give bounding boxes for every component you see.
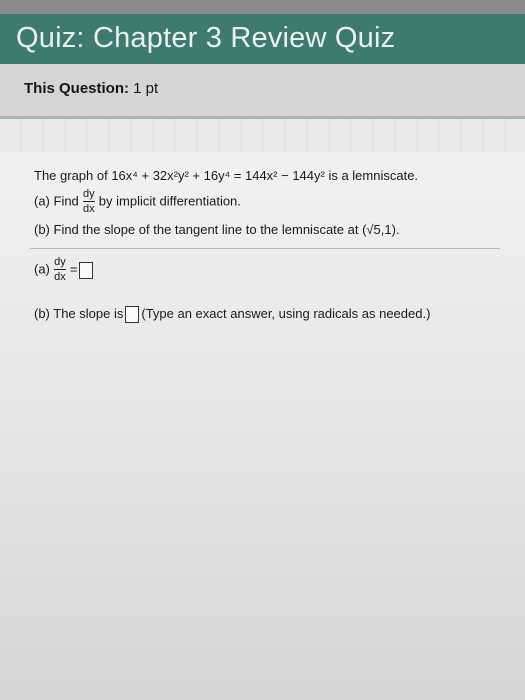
dx-denominator: dx <box>82 203 95 215</box>
answer-a-equals: = <box>69 261 78 277</box>
question-content: The graph of 16x⁴ + 32x²y² + 16y⁴ = 144x… <box>0 152 525 700</box>
quiz-page: Quiz: Chapter 3 Review Quiz This Questio… <box>0 0 525 700</box>
answer-a-label: (a) <box>34 261 50 277</box>
dy-numerator: dy <box>82 188 95 200</box>
answer-fraction-bar <box>53 269 66 270</box>
part-a-suffix: by implicit differentiation. <box>98 193 241 209</box>
answer-a-fraction: dy dx <box>53 256 67 284</box>
top-edge <box>0 0 525 14</box>
part-a-prefix: (a) Find <box>34 193 79 209</box>
question-label: This Question: <box>24 80 129 97</box>
answer-b-input[interactable] <box>125 306 140 324</box>
answer-b-prefix: (b) The slope is <box>34 306 124 321</box>
answer-a-dx: dx <box>54 271 66 283</box>
fraction-bar <box>82 201 95 202</box>
quiz-title: Quiz: Chapter 3 Review Quiz <box>16 22 396 54</box>
divider <box>30 248 500 249</box>
answer-b-hint: (Type an exact answer, using radicals as… <box>141 306 431 321</box>
part-b-instruction: (b) Find the slope of the tangent line t… <box>34 222 400 237</box>
dy-dx-fraction: dy dx <box>82 188 96 216</box>
separator-stripe <box>0 119 525 152</box>
answer-b-row: (b) The slope is (Type an exact answer, u… <box>34 306 431 324</box>
part-a-instruction: (a) Find dy dx by implicit differentiation. <box>34 188 241 216</box>
answer-a-dy: dy <box>54 256 66 268</box>
answer-a-input[interactable] <box>79 261 94 279</box>
question-points: This Question: 1 pt <box>24 80 158 97</box>
question-info-bar: This Question: 1 pt <box>0 64 525 119</box>
question-points-value: 1 pt <box>133 80 159 97</box>
problem-statement: The graph of 16x⁴ + 32x²y² + 16y⁴ = 144x… <box>34 168 419 183</box>
quiz-title-bar: Quiz: Chapter 3 Review Quiz <box>0 14 525 64</box>
answer-a-row: (a) dy dx = <box>34 256 95 284</box>
